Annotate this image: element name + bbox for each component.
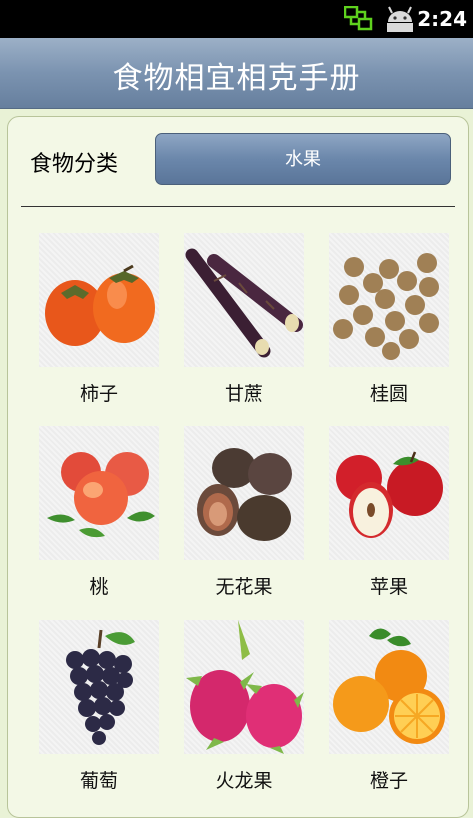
status-bar: 2:24 — [0, 0, 473, 38]
peach-image — [39, 426, 159, 560]
food-item-label: 无花果 — [215, 576, 273, 598]
category-label: 食物分类 — [30, 152, 119, 177]
fig-image — [184, 426, 304, 560]
category-select[interactable]: 水果 — [155, 133, 451, 185]
dragon-fruit-image — [184, 620, 304, 754]
title-bar: 食物相宜相克手册 — [0, 38, 473, 109]
food-item-label: 桃 — [89, 576, 109, 598]
longan-image — [329, 233, 449, 367]
food-item-label: 柿子 — [79, 383, 118, 405]
network-sync-icon — [344, 6, 373, 31]
orange-image — [329, 620, 449, 754]
android-usb-icon — [387, 6, 413, 32]
clock: 2:24 — [417, 7, 467, 31]
food-item-label: 苹果 — [369, 576, 408, 598]
food-item-label: 火龙果 — [215, 770, 273, 792]
sugarcane-image — [184, 233, 304, 367]
page-title: 食物相宜相克手册 — [112, 61, 361, 96]
food-item-label: 桂圆 — [369, 383, 408, 405]
food-item-label: 甘蔗 — [224, 383, 263, 405]
food-item-label: 葡萄 — [79, 770, 118, 792]
apple-image — [329, 426, 449, 560]
food-item-label: 橙子 — [369, 770, 408, 792]
divider — [21, 206, 455, 207]
persimmon-image — [39, 233, 159, 367]
grape-image — [39, 620, 159, 754]
